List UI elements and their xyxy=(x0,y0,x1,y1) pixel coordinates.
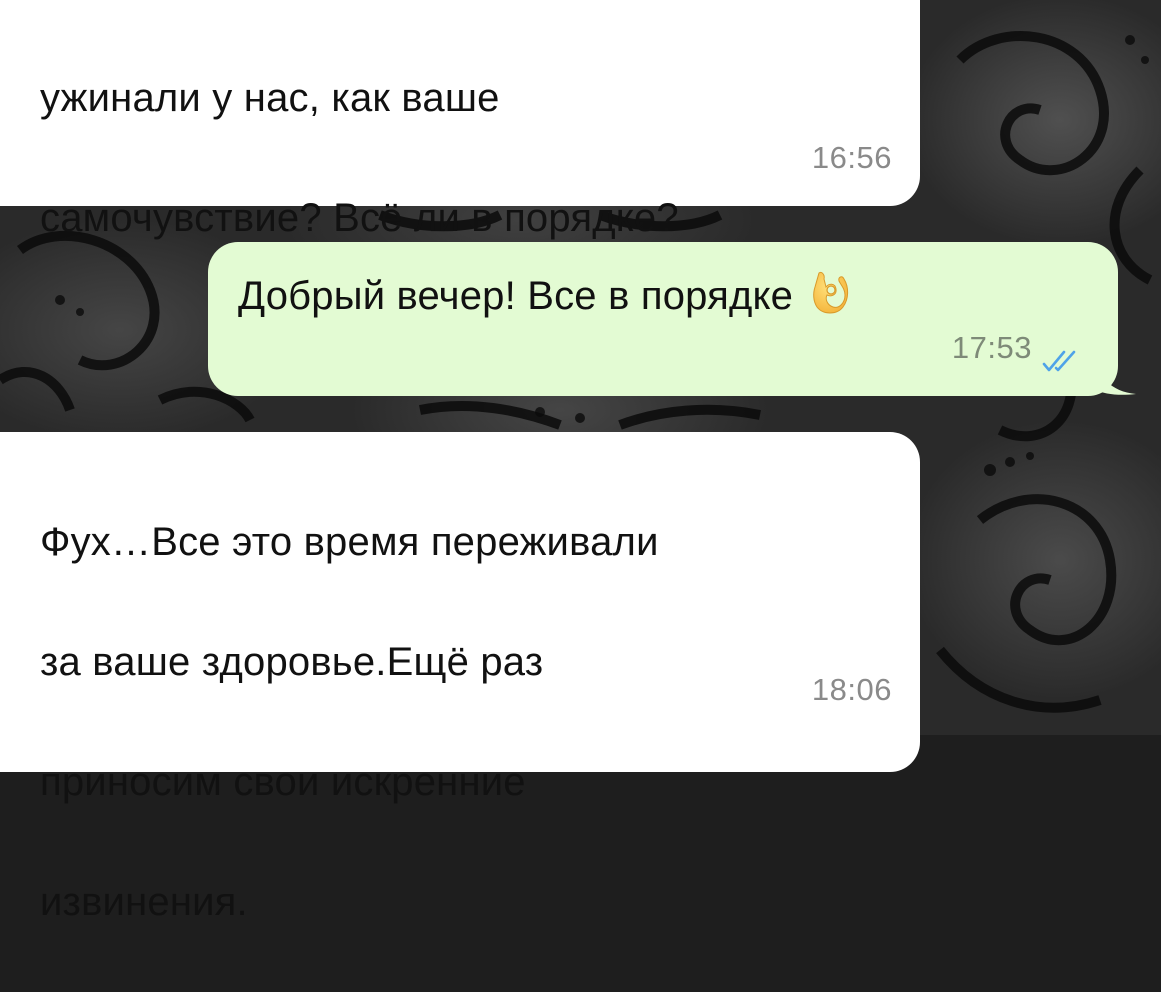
bubble-tail xyxy=(1096,360,1136,395)
message-timestamp: 18:06 xyxy=(811,672,892,707)
message-text: Фух…Все это время переживали за ваше здо… xyxy=(40,452,920,992)
message-line: за ваше здоровье.Ещё раз xyxy=(40,640,544,684)
message-text: Добрый вечер! Все в порядке xyxy=(238,266,1118,326)
ok-hand-emoji-icon xyxy=(813,272,849,314)
incoming-message-bubble[interactable]: ужинали у нас, как ваше самочувствие? Вс… xyxy=(0,0,920,240)
message-line: ужинали у нас, как ваше xyxy=(40,76,500,120)
outgoing-message-bubble[interactable]: Добрый вечер! Все в порядке 17:53 xyxy=(208,242,1136,396)
message-line: приносим свои искренние xyxy=(40,760,526,804)
message-line: Добрый вечер! Все в порядке xyxy=(238,274,794,318)
message-timestamp: 16:56 xyxy=(811,140,892,175)
message-line: Фух…Все это время переживали xyxy=(40,520,659,564)
message-timestamp: 17:53 xyxy=(951,330,1032,365)
incoming-message-bubble[interactable]: Фух…Все это время переживали за ваше здо… xyxy=(0,432,920,924)
double-check-icon xyxy=(1042,350,1076,372)
message-line: самочувствие? Всё ли в порядке? xyxy=(40,196,679,240)
message-line: извинения. xyxy=(40,880,248,924)
